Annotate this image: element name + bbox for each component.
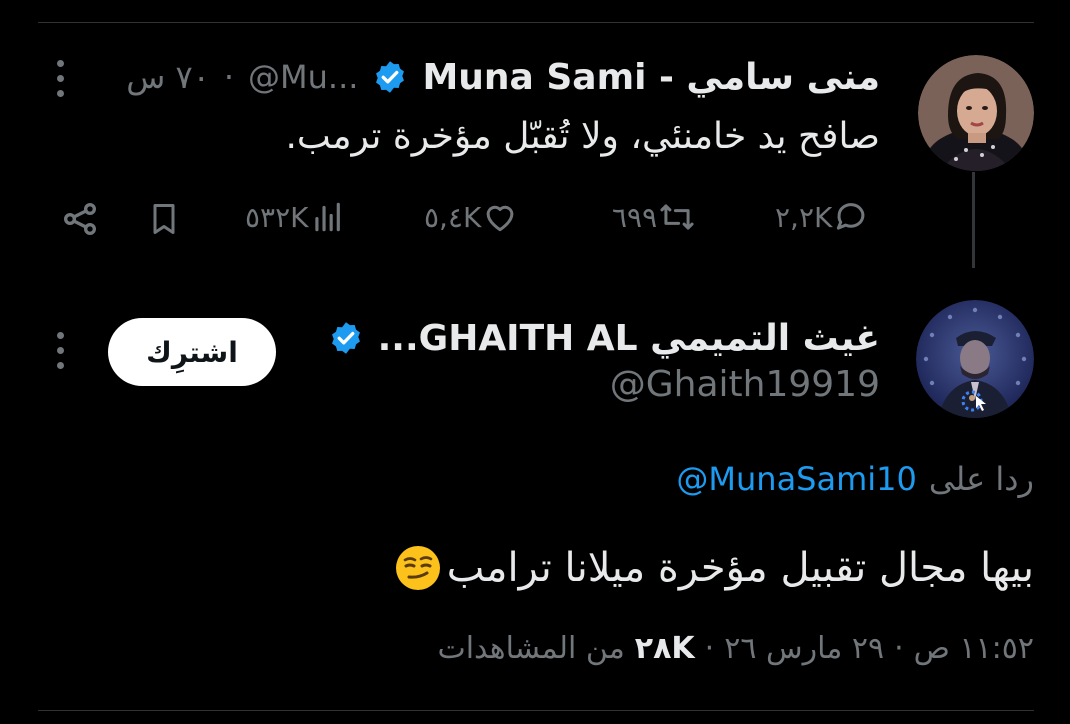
views-count: ٢٨K <box>634 630 695 666</box>
subscribe-button[interactable]: اشترِك <box>108 318 276 386</box>
post-time[interactable]: ١١:٥٢ ص <box>914 631 1034 666</box>
like-count: ٥,٤K <box>424 200 482 234</box>
repost-action[interactable]: ٦٩٩ <box>612 196 697 238</box>
display-name-muna-sami[interactable]: منى سامي - Muna Sami <box>422 57 880 98</box>
post-date[interactable]: ٢٩ مارس ٢٦ <box>724 631 884 666</box>
display-name-ghaith[interactable]: غيث التميمي GHAITH AL... <box>378 318 880 359</box>
like-action[interactable]: ٥,٤K <box>424 196 519 238</box>
views-action[interactable]: ٥٣٢K <box>245 196 348 238</box>
thread-connector-line <box>972 172 975 268</box>
header-separator: · <box>223 58 235 96</box>
heart-icon <box>486 205 514 232</box>
views-label: من المشاهدات <box>437 630 625 666</box>
repost-icon <box>660 204 694 230</box>
reply-post-meta: ١١:٥٢ ص · ٢٩ مارس ٢٦ · ٢٨K من المشاهدات <box>437 626 1034 670</box>
bookmark-icon <box>153 204 175 234</box>
avatar-muna-sami[interactable] <box>918 55 1034 171</box>
avatar-ghaith[interactable] <box>916 300 1034 418</box>
bookmark-action[interactable] <box>146 199 182 239</box>
share-action[interactable] <box>60 199 100 239</box>
meta-separator: · <box>704 630 715 666</box>
reply-post-text: بيها مجال تقبيل مؤخرة ميلانا ترامب <box>446 545 1034 591</box>
reply-count: ٢,٢K <box>775 200 833 234</box>
share-icon <box>64 203 96 235</box>
original-post-header: منى سامي - Muna Sami @Mu... · ٧٠ س <box>126 52 880 102</box>
handle-muna-sami[interactable]: @Mu... <box>248 58 358 96</box>
replying-to-line: ردا على @MunaSami10 <box>676 456 1034 502</box>
top-divider <box>38 22 1034 23</box>
verified-badge-icon <box>328 320 364 356</box>
reply-action[interactable]: ٢,٢K <box>775 196 870 238</box>
meta-separator: · <box>894 630 904 666</box>
more-options-icon[interactable] <box>54 60 66 97</box>
more-options-icon[interactable] <box>54 332 66 369</box>
reply-icon <box>837 203 865 230</box>
handle-ghaith[interactable]: @Ghaith19919 <box>610 364 880 405</box>
smirking-face-icon <box>395 545 441 591</box>
original-post-text: صافح يد خامنئي، ولا تُقبّل مؤخرة ترمب. <box>285 116 880 157</box>
reply-post-header: غيث التميمي GHAITH AL... <box>328 314 880 362</box>
post-time[interactable]: ٧٠ س <box>126 58 210 96</box>
replying-to-handle-link[interactable]: @MunaSami10 <box>676 460 916 498</box>
views-count: ٥٣٢K <box>245 200 309 234</box>
bottom-divider <box>38 710 1034 711</box>
verified-badge-icon <box>372 59 408 95</box>
reply-post-body: بيها مجال تقبيل مؤخرة ميلانا ترامب <box>395 540 1034 596</box>
repost-count: ٦٩٩ <box>612 200 658 234</box>
replying-to-label: ردا على <box>928 460 1034 498</box>
analytics-icon <box>315 202 341 232</box>
